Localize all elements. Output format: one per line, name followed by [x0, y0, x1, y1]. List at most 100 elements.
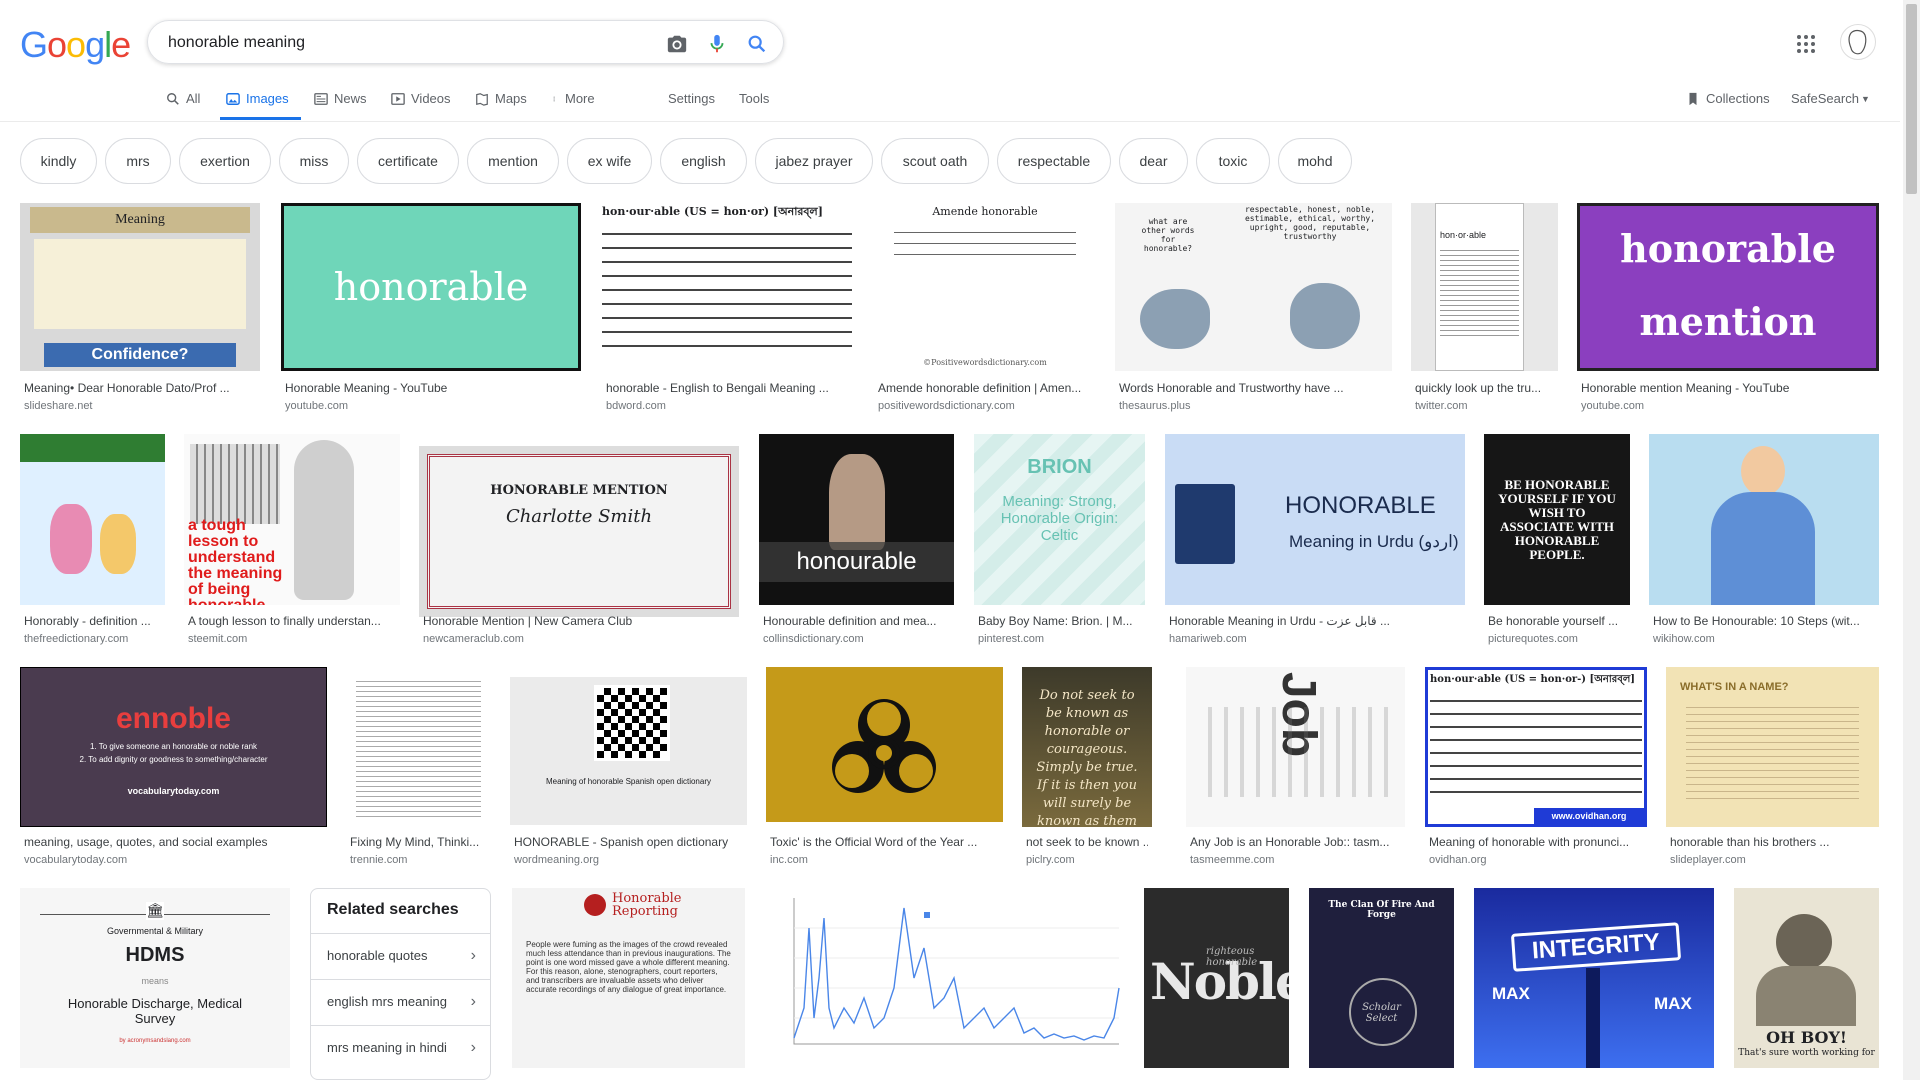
- thumbnail-word: honourable: [759, 542, 954, 582]
- image-result[interactable]: WHAT'S IN A NAME? honorable than his bro…: [1666, 667, 1879, 872]
- image-result[interactable]: Fixing My Mind, Thinki... trennie.com: [346, 667, 491, 872]
- image-result[interactable]: How to Be Honourable: 10 Steps (wit... w…: [1649, 434, 1879, 649]
- result-thumbnail: BE HONORABLE YOURSELF IF YOU WISH TO ASS…: [1484, 434, 1630, 605]
- chip-ex-wife[interactable]: ex wife: [567, 138, 652, 184]
- thumbnail-heading: hon·our·able (US = hon·or) [অনারব্‌ল]: [602, 205, 823, 218]
- image-result[interactable]: honourable Honourable definition and mea…: [759, 434, 954, 649]
- image-result[interactable]: a tough lesson to understand the meaning…: [184, 434, 400, 649]
- active-tab-indicator: [220, 117, 301, 120]
- image-result[interactable]: Job Any Job is an Honorable Job:: tasm..…: [1186, 667, 1405, 872]
- chip-certificate[interactable]: certificate: [357, 138, 459, 184]
- image-result[interactable]: Honorable Reporting People were fuming a…: [512, 888, 745, 1068]
- image-result[interactable]: ennoble 1. To give someone an honorable …: [20, 667, 327, 872]
- related-item[interactable]: mrs meaning in hindi ›: [311, 1025, 490, 1069]
- image-result[interactable]: Meaning Confidence? Meaning• Dear Honora…: [20, 203, 260, 418]
- image-result[interactable]: Do not seek to be known as honorable or …: [1022, 667, 1152, 872]
- thumbnail-publisher: Scholar Select: [1362, 1002, 1401, 1024]
- tab-label: Tools: [739, 91, 770, 106]
- image-result[interactable]: INTEGRITY MAX MAX: [1474, 888, 1714, 1068]
- search-input[interactable]: [166, 31, 650, 55]
- tab-videos[interactable]: Videos: [391, 91, 451, 106]
- result-thumbnail: hon·our·able (US = hon·or-) [অনারব্‌ল] w…: [1425, 667, 1647, 827]
- thumbnail-quote: BE HONORABLE YOURSELF IF YOU WISH TO ASS…: [1498, 477, 1616, 562]
- image-result[interactable]: hon·our·able (US = hon·or) [অনারব্‌ল] ho…: [602, 203, 852, 418]
- tab-settings[interactable]: Settings: [668, 91, 715, 106]
- chip-scout-oath[interactable]: scout oath: [881, 138, 989, 184]
- thumbnail-label-right: MAX: [1654, 994, 1692, 1013]
- result-source: positivewordsdictionary.com: [878, 400, 1015, 412]
- chip-english[interactable]: english: [660, 138, 747, 184]
- chip-label: respectable: [1017, 153, 1091, 169]
- thumbnail-text: a tough lesson to understand the meaning…: [188, 517, 283, 606]
- result-source: bdword.com: [606, 400, 666, 412]
- thumbnail-word: honorable: [284, 206, 578, 368]
- image-result[interactable]: Honorably - definition ... thefreedictio…: [20, 434, 165, 649]
- result-thumbnail: hon·our·able (US = hon·or) [অনারব্‌ল]: [602, 203, 852, 371]
- related-searches: Related searches honorable quotes › engli…: [310, 888, 491, 1080]
- news-icon: [314, 92, 328, 105]
- chip-exertion[interactable]: exertion: [179, 138, 271, 184]
- result-source: newcameraclub.com: [423, 633, 524, 645]
- image-result[interactable]: BE HONORABLE YOURSELF IF YOU WISH TO ASS…: [1484, 434, 1630, 649]
- result-thumbnail: WHAT'S IN A NAME?: [1666, 667, 1879, 827]
- tab-all[interactable]: All: [166, 91, 200, 106]
- chip-respectable[interactable]: respectable: [997, 138, 1111, 184]
- result-thumbnail: honorable: [281, 203, 581, 371]
- image-result[interactable]: hon·or·able quickly look up the tru... t…: [1411, 203, 1558, 418]
- apps-grid-icon[interactable]: [1796, 34, 1816, 54]
- thumbnail-quote: Do not seek to be known as honorable or …: [1036, 688, 1138, 827]
- related-item[interactable]: english mrs meaning ›: [311, 979, 490, 1023]
- result-thumbnail: Job: [1186, 667, 1405, 827]
- google-logo[interactable]: Google: [20, 24, 131, 66]
- thumbnail-text: hon·or·able: [1440, 230, 1487, 240]
- tab-images[interactable]: Images: [226, 91, 289, 106]
- tab-more[interactable]: More: [553, 91, 595, 106]
- result-thumbnail: what are other words for honorable? resp…: [1115, 203, 1392, 371]
- result-source: inc.com: [770, 854, 808, 866]
- image-result[interactable]: Noble righteous honorable: [1144, 888, 1289, 1068]
- microphone-icon[interactable]: [706, 33, 728, 55]
- image-result[interactable]: hon·our·able (US = hon·or-) [অনারব্‌ল] w…: [1425, 667, 1647, 872]
- chip-kindly[interactable]: kindly: [20, 138, 97, 184]
- chevron-right-icon: ›: [470, 1038, 476, 1056]
- image-result[interactable]: 🏛 Governmental & Military HDMS means Hon…: [20, 888, 290, 1068]
- tab-label: Maps: [495, 91, 527, 106]
- chip-toxic[interactable]: toxic: [1196, 138, 1270, 184]
- chip-miss[interactable]: miss: [279, 138, 349, 184]
- result-caption: Be honorable yourself ...: [1488, 614, 1619, 628]
- result-thumbnail: Meaning Confidence?: [20, 203, 260, 371]
- result-source: slideshare.net: [24, 400, 93, 412]
- chip-dear[interactable]: dear: [1119, 138, 1188, 184]
- image-result[interactable]: honorable mention Honorable mention Mean…: [1577, 203, 1879, 418]
- safesearch-dropdown[interactable]: SafeSearch ▼: [1791, 91, 1870, 106]
- thumbnail-acronym: HDMS: [125, 944, 185, 966]
- chip-label: mrs: [126, 153, 150, 169]
- chip-jabez-prayer[interactable]: jabez prayer: [755, 138, 873, 184]
- image-result[interactable]: Amende honorable ©Positivewordsdictionar…: [874, 203, 1096, 418]
- collections-link[interactable]: Collections: [1686, 91, 1770, 106]
- image-result[interactable]: OH BOY! That's sure worth working for: [1734, 888, 1879, 1068]
- related-item[interactable]: honorable quotes ›: [311, 933, 490, 977]
- result-thumbnail: [346, 667, 491, 827]
- image-result[interactable]: honorable Honorable Meaning - YouTube yo…: [281, 203, 581, 418]
- image-result[interactable]: BRION Meaning: Strong, Honorable Origin:…: [974, 434, 1145, 649]
- tab-label: All: [186, 91, 201, 106]
- camera-icon[interactable]: [666, 33, 688, 55]
- thumbnail-footer: Confidence?: [44, 343, 236, 367]
- image-result[interactable]: HONORABLE Meaning in Urdu (اردو) Honorab…: [1165, 434, 1465, 649]
- tab-news[interactable]: News: [314, 91, 367, 106]
- tab-maps[interactable]: Maps: [475, 91, 527, 106]
- account-avatar[interactable]: [1840, 24, 1876, 60]
- search-icon[interactable]: [746, 33, 768, 55]
- image-result[interactable]: Meaning of honorable Spanish open dictio…: [510, 667, 747, 872]
- image-result[interactable]: what are other words for honorable? resp…: [1115, 203, 1392, 418]
- chip-mrs[interactable]: mrs: [105, 138, 171, 184]
- chip-mention[interactable]: mention: [467, 138, 559, 184]
- tab-tools[interactable]: Tools: [739, 91, 769, 106]
- image-result[interactable]: [764, 888, 1124, 1068]
- chip-mohd[interactable]: mohd: [1278, 138, 1352, 184]
- image-result[interactable]: The Clan Of Fire And Forge Scholar Selec…: [1309, 888, 1454, 1068]
- scrollbar-thumb[interactable]: [1906, 4, 1917, 194]
- image-result[interactable]: HONORABLE MENTION Charlotte Smith Honora…: [419, 434, 739, 649]
- image-result[interactable]: Toxic' is the Official Word of the Year …: [766, 667, 1003, 872]
